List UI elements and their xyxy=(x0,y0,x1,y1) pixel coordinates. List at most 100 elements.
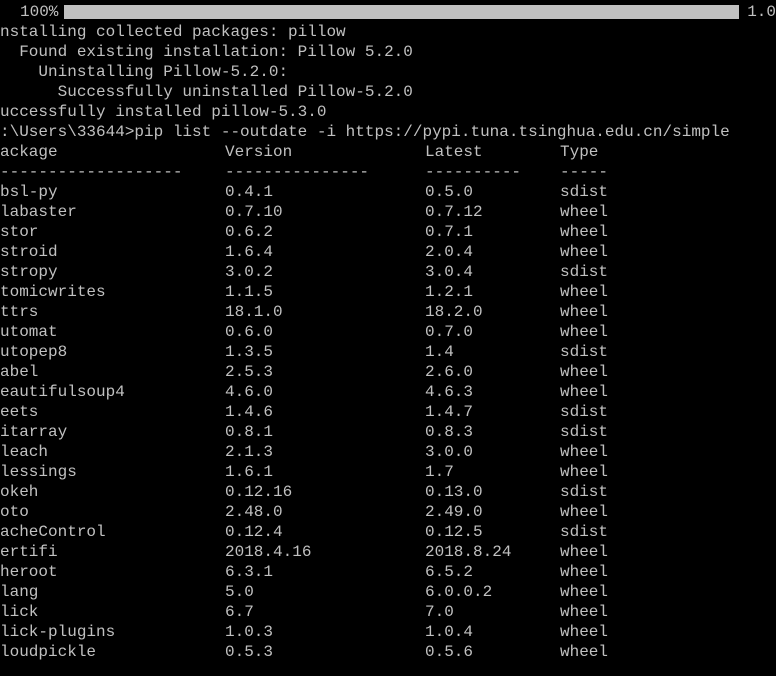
output-line: Found existing installation: Pillow 5.2.… xyxy=(0,42,776,62)
col-header-type: Type xyxy=(560,142,776,162)
cell-type: wheel xyxy=(560,462,776,482)
cell-type: wheel xyxy=(560,322,776,342)
cell-version: 2018.4.16 xyxy=(225,542,425,562)
cell-type: sdist xyxy=(560,402,776,422)
cell-type: sdist xyxy=(560,342,776,362)
cell-package: stor xyxy=(0,222,225,242)
cell-latest: 2.6.0 xyxy=(425,362,560,382)
cell-version: 0.8.1 xyxy=(225,422,425,442)
cell-type: wheel xyxy=(560,362,776,382)
cell-package: lang xyxy=(0,582,225,602)
table-row: heroot6.3.16.5.2wheel xyxy=(0,562,776,582)
cell-version: 1.6.4 xyxy=(225,242,425,262)
cell-latest: 0.13.0 xyxy=(425,482,560,502)
cell-type: wheel xyxy=(560,622,776,642)
cell-version: 1.4.6 xyxy=(225,402,425,422)
cell-package: eets xyxy=(0,402,225,422)
cell-version: 1.6.1 xyxy=(225,462,425,482)
cell-package: bsl-py xyxy=(0,182,225,202)
cell-type: sdist xyxy=(560,182,776,202)
cell-version: 0.7.10 xyxy=(225,202,425,222)
cell-latest: 2.49.0 xyxy=(425,502,560,522)
cell-latest: 0.8.3 xyxy=(425,422,560,442)
table-row: lessings1.6.11.7wheel xyxy=(0,462,776,482)
cell-version: 0.6.0 xyxy=(225,322,425,342)
cell-version: 0.5.3 xyxy=(225,642,425,662)
table-row: lick-plugins1.0.31.0.4wheel xyxy=(0,622,776,642)
cell-latest: 0.7.1 xyxy=(425,222,560,242)
cell-latest: 1.4.7 xyxy=(425,402,560,422)
cell-version: 6.3.1 xyxy=(225,562,425,582)
cell-version: 0.12.4 xyxy=(225,522,425,542)
cell-latest: 4.6.3 xyxy=(425,382,560,402)
progress-tail: 1.0 xyxy=(745,2,776,22)
cell-type: wheel xyxy=(560,382,776,402)
cell-version: 1.3.5 xyxy=(225,342,425,362)
table-divider: ----------------------------------------… xyxy=(0,162,776,182)
cell-version: 4.6.0 xyxy=(225,382,425,402)
table-row: loudpickle0.5.30.5.6wheel xyxy=(0,642,776,662)
table-row: stroid1.6.42.0.4wheel xyxy=(0,242,776,262)
cell-latest: 1.7 xyxy=(425,462,560,482)
table-row: tomicwrites1.1.51.2.1wheel xyxy=(0,282,776,302)
table-header: ackageVersionLatestType xyxy=(0,142,776,162)
cell-package: leach xyxy=(0,442,225,462)
progress-percent: 100% xyxy=(0,2,64,22)
cell-package: loudpickle xyxy=(0,642,225,662)
cell-type: wheel xyxy=(560,302,776,322)
col-header-latest: Latest xyxy=(425,142,560,162)
table-row: ttrs18.1.018.2.0wheel xyxy=(0,302,776,322)
table-row: abel2.5.32.6.0wheel xyxy=(0,362,776,382)
table-row: lang5.06.0.0.2wheel xyxy=(0,582,776,602)
cell-latest: 6.5.2 xyxy=(425,562,560,582)
cell-package: stropy xyxy=(0,262,225,282)
cell-type: sdist xyxy=(560,522,776,542)
cell-latest: 0.12.5 xyxy=(425,522,560,542)
cell-latest: 7.0 xyxy=(425,602,560,622)
cell-type: wheel xyxy=(560,222,776,242)
output-line: Uninstalling Pillow-5.2.0: xyxy=(0,62,776,82)
cell-version: 1.1.5 xyxy=(225,282,425,302)
cell-package: stroid xyxy=(0,242,225,262)
cell-type: wheel xyxy=(560,582,776,602)
table-row: ertifi2018.4.162018.8.24wheel xyxy=(0,542,776,562)
cell-package: lick xyxy=(0,602,225,622)
table-row: itarray0.8.10.8.3sdist xyxy=(0,422,776,442)
cell-type: wheel xyxy=(560,202,776,222)
cell-package: acheControl xyxy=(0,522,225,542)
table-row: lick6.77.0wheel xyxy=(0,602,776,622)
table-row: acheControl0.12.40.12.5sdist xyxy=(0,522,776,542)
table-row: stropy3.0.23.0.4sdist xyxy=(0,262,776,282)
cell-version: 3.0.2 xyxy=(225,262,425,282)
table-row: labaster0.7.100.7.12wheel xyxy=(0,202,776,222)
table-row: okeh0.12.160.13.0sdist xyxy=(0,482,776,502)
table-row: bsl-py0.4.10.5.0sdist xyxy=(0,182,776,202)
col-header-version: Version xyxy=(225,142,425,162)
cell-type: wheel xyxy=(560,602,776,622)
terminal-output[interactable]: 100% 1.0 nstalling collected packages: p… xyxy=(0,0,776,664)
cell-package: okeh xyxy=(0,482,225,502)
cell-package: lessings xyxy=(0,462,225,482)
cell-latest: 1.2.1 xyxy=(425,282,560,302)
output-line: nstalling collected packages: pillow xyxy=(0,22,776,42)
table-row: leach2.1.33.0.0wheel xyxy=(0,442,776,462)
cell-type: sdist xyxy=(560,422,776,442)
cell-package: oto xyxy=(0,502,225,522)
table-row: eets1.4.61.4.7sdist xyxy=(0,402,776,422)
progress-bar xyxy=(64,5,739,19)
output-line: uccessfully installed pillow-5.3.0 xyxy=(0,102,776,122)
cell-type: wheel xyxy=(560,542,776,562)
cell-type: sdist xyxy=(560,482,776,502)
cell-package: labaster xyxy=(0,202,225,222)
cell-version: 0.4.1 xyxy=(225,182,425,202)
cell-version: 2.1.3 xyxy=(225,442,425,462)
table-row: stor0.6.20.7.1wheel xyxy=(0,222,776,242)
cell-package: ttrs xyxy=(0,302,225,322)
cell-package: tomicwrites xyxy=(0,282,225,302)
progress-line: 100% 1.0 xyxy=(0,2,776,22)
cell-package: ertifi xyxy=(0,542,225,562)
cell-latest: 1.0.4 xyxy=(425,622,560,642)
cell-latest: 0.7.12 xyxy=(425,202,560,222)
cell-latest: 3.0.0 xyxy=(425,442,560,462)
cell-version: 0.12.16 xyxy=(225,482,425,502)
